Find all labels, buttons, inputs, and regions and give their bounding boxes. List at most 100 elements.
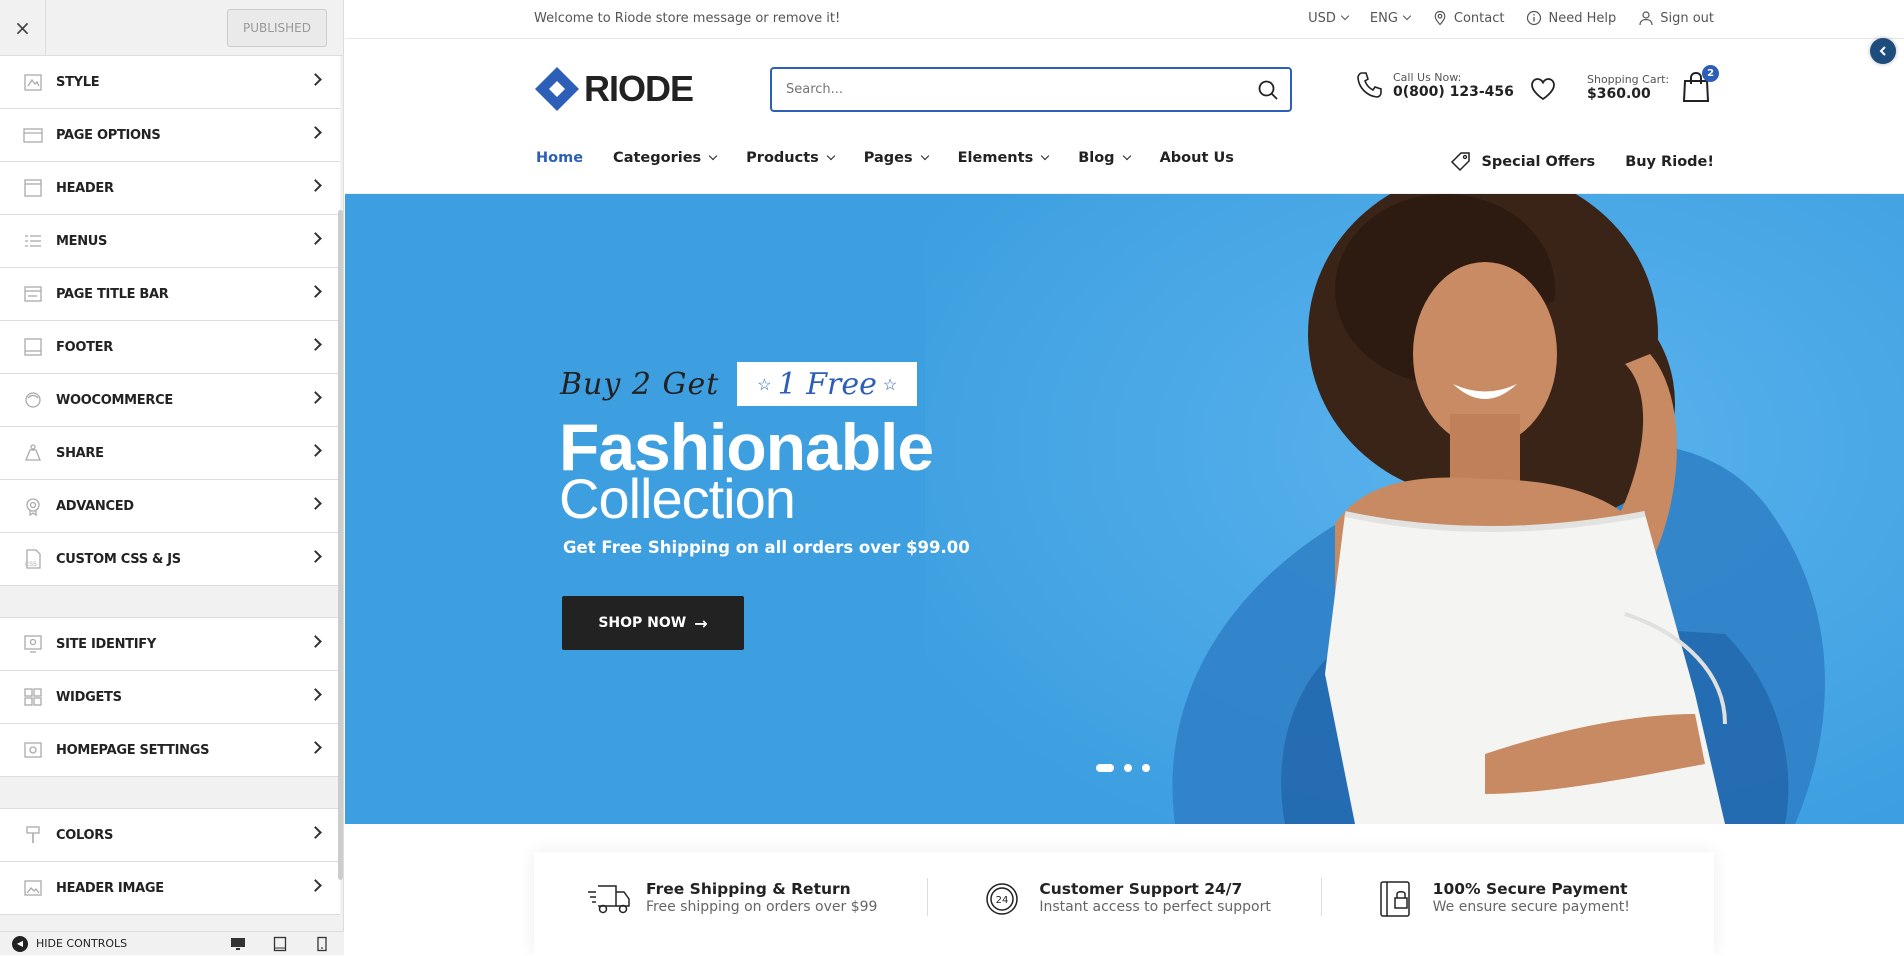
special-offers-link[interactable]: Special Offers xyxy=(1449,150,1595,174)
mobile-preview-icon[interactable] xyxy=(314,936,330,952)
chevron-right-icon xyxy=(309,179,322,192)
section-divider xyxy=(0,777,340,809)
language-dropdown[interactable]: ENG xyxy=(1370,11,1412,26)
slider-dot-1[interactable] xyxy=(1096,764,1114,772)
cart-total: $360.00 xyxy=(1587,85,1651,102)
section-advanced[interactable]: ADVANCED xyxy=(0,480,340,533)
nav-label: Elements xyxy=(957,150,1034,166)
nav-label: About Us xyxy=(1159,150,1234,166)
section-page-options[interactable]: PAGE OPTIONS xyxy=(0,109,340,162)
section-footer[interactable]: FOOTER xyxy=(0,321,340,374)
close-customizer-button[interactable]: × xyxy=(0,0,46,56)
hero-promo: Buy 2 Get ☆ 1 Free ☆ xyxy=(560,362,918,406)
site-identity-icon xyxy=(22,633,44,655)
feature-shipping: Free Shipping & Return Free shipping on … xyxy=(534,846,927,949)
svg-text:CSS: CSS xyxy=(25,561,37,568)
hero-free-badge: ☆ 1 Free ☆ xyxy=(737,362,918,406)
cart-summary[interactable]: Shopping Cart: $360.00 2 xyxy=(1587,65,1720,103)
section-colors[interactable]: COLORS xyxy=(0,809,340,862)
top-bar: Welcome to Riode store message or remove… xyxy=(345,0,1904,39)
shop-now-label: SHOP NOW xyxy=(598,615,687,631)
nav-pages[interactable]: Pages xyxy=(864,150,929,166)
slider-dots xyxy=(1096,764,1160,772)
woocommerce-icon xyxy=(22,389,44,411)
share-icon xyxy=(22,442,44,464)
section-style[interactable]: STYLE xyxy=(0,56,340,109)
chevron-down-icon xyxy=(826,151,836,161)
call-us[interactable]: Call Us Now: 0(800) 123-456 xyxy=(1355,69,1514,101)
signout-link[interactable]: Sign out xyxy=(1638,10,1714,26)
customizer-scrollbar[interactable] xyxy=(338,210,343,880)
nav-label: Products xyxy=(746,150,819,166)
chevron-down-icon xyxy=(708,151,718,161)
buy-riode-link[interactable]: Buy Riode! xyxy=(1625,154,1714,170)
features-bar: Free Shipping & Return Free shipping on … xyxy=(534,852,1714,955)
help-link[interactable]: Need Help xyxy=(1526,10,1616,26)
style-icon xyxy=(22,71,44,93)
custom-css-icon: CSS xyxy=(22,548,44,570)
section-custom-css[interactable]: CSS CUSTOM CSS & JS xyxy=(0,533,340,586)
section-site-identity[interactable]: SITE IDENTIFY xyxy=(0,618,340,671)
section-label: WOOCOMMERCE xyxy=(56,392,173,408)
nav-label: Blog xyxy=(1078,150,1115,166)
truck-icon xyxy=(588,884,630,913)
section-header[interactable]: HEADER xyxy=(0,162,340,215)
chevron-down-icon xyxy=(920,151,929,161)
call-label: Call Us Now: xyxy=(1393,70,1462,84)
star-icon: ☆ xyxy=(882,374,898,394)
customizer-panel: × PUBLISHED STYLE PAGE OPTIONS HEADER ME… xyxy=(0,0,344,955)
nav-about[interactable]: About Us xyxy=(1160,150,1234,166)
nav-label: Categories xyxy=(613,150,702,166)
page-options-icon xyxy=(22,124,44,146)
feature-title: 100% Secure Payment xyxy=(1432,880,1628,898)
shop-now-button[interactable]: SHOP NOW → xyxy=(562,596,744,650)
currency-dropdown[interactable]: USD xyxy=(1308,11,1350,26)
call-number: 0(800) 123-456 xyxy=(1393,83,1514,100)
nav-products[interactable]: Products xyxy=(746,150,836,166)
site-preview: Welcome to Riode store message or remove… xyxy=(345,0,1904,955)
slider-dot-2[interactable] xyxy=(1124,764,1132,772)
nav-categories[interactable]: Categories xyxy=(613,150,718,166)
nav-menu: Home Categories Products Pages Elements … xyxy=(536,150,1264,166)
menus-icon xyxy=(22,230,44,252)
site-logo[interactable]: RIODE xyxy=(534,66,694,112)
nav-home[interactable]: Home xyxy=(536,150,583,166)
section-homepage-settings[interactable]: HOMEPAGE SETTINGS xyxy=(0,724,340,777)
cart-count-badge: 2 xyxy=(1702,65,1720,82)
chevron-right-icon xyxy=(309,550,322,563)
nav-label: Home xyxy=(536,150,584,166)
chevron-right-icon xyxy=(309,826,322,839)
section-widgets[interactable]: WIDGETS xyxy=(0,671,340,724)
chevron-left-icon xyxy=(1879,46,1886,56)
section-woocommerce[interactable]: WOOCOMMERCE xyxy=(0,374,340,427)
hide-controls-button[interactable]: HIDE CONTROLS xyxy=(36,937,127,950)
advanced-icon xyxy=(22,495,44,517)
section-menus[interactable]: MENUS xyxy=(0,215,340,268)
search-button[interactable] xyxy=(1246,69,1290,110)
welcome-message: Welcome to Riode store message or remove… xyxy=(534,11,841,26)
collapse-panel-button[interactable] xyxy=(1870,38,1896,64)
nav-right: Special Offers Buy Riode! xyxy=(1419,150,1714,174)
nav-elements[interactable]: Elements xyxy=(957,150,1050,166)
wishlist-heart-icon[interactable] xyxy=(1529,75,1557,103)
header-icon xyxy=(22,177,44,199)
tablet-preview-icon[interactable] xyxy=(272,936,288,952)
feature-title: Customer Support 24/7 xyxy=(1039,880,1243,898)
publish-button[interactable]: PUBLISHED xyxy=(227,9,327,47)
logo-text: RIODE xyxy=(584,68,694,109)
section-label: FOOTER xyxy=(56,339,113,355)
tag-icon xyxy=(1451,152,1471,172)
hide-controls-icon[interactable]: ◀ xyxy=(12,935,28,952)
contact-link[interactable]: Contact xyxy=(1432,10,1504,26)
search-input[interactable] xyxy=(772,69,1246,110)
feature-subtitle: Free shipping on orders over $99 xyxy=(646,899,878,915)
customizer-header: × PUBLISHED xyxy=(0,0,343,56)
nav-blog[interactable]: Blog xyxy=(1078,150,1131,166)
hero-buy-text: Buy 2 Get xyxy=(560,366,720,402)
section-page-title-bar[interactable]: PAGE TITLE BAR xyxy=(0,268,340,321)
desktop-preview-icon[interactable] xyxy=(230,936,246,952)
section-header-image[interactable]: HEADER IMAGE xyxy=(0,862,340,915)
section-label: MENUS xyxy=(56,233,108,249)
slider-dot-3[interactable] xyxy=(1142,764,1150,772)
section-share[interactable]: SHARE xyxy=(0,427,340,480)
